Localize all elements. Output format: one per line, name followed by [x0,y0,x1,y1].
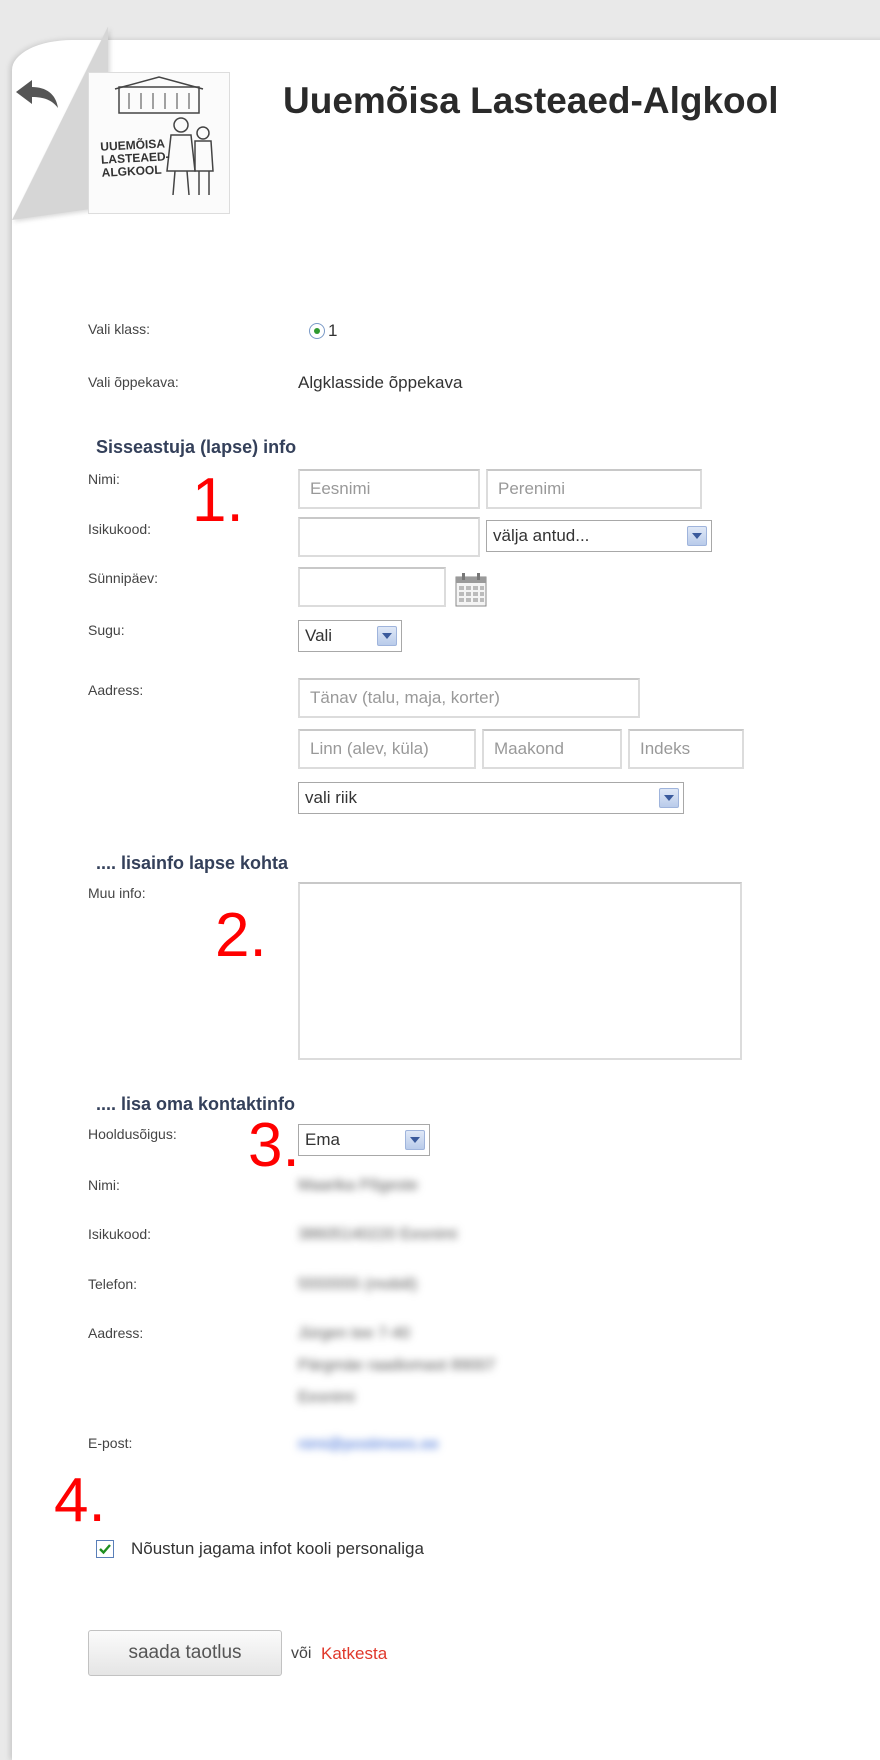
contact-id-value: 38605140220 Eesnimi [298,1226,458,1243]
gender-select[interactable]: Vali [298,620,402,652]
contact-name-label: Nimi: [88,1177,120,1193]
chevron-down-icon [659,788,679,808]
cancel-link[interactable]: Katkesta [321,1644,387,1664]
contact-address-label: Aadress: [88,1325,144,1341]
class-option: 1 [328,321,338,340]
school-logo: UUEMÕISA LASTEAED- ALGKOOL [88,72,230,214]
curriculum-label: Vali õppekava: [88,374,179,390]
checkmark-icon [99,1544,111,1555]
contact-address-line: Eesnimi [298,1389,355,1406]
calendar-icon[interactable] [455,573,487,607]
consent-checkbox[interactable] [96,1540,114,1558]
custody-value: Ema [305,1130,340,1149]
annotation-number: 3. [248,1111,300,1180]
school-title: Uuemõisa Lasteaed-Algkool [283,80,779,121]
gender-label: Sugu: [88,622,125,638]
last-name-input[interactable]: Perenimi [486,469,702,509]
contact-address-line: Pärgmäe raadiomast 89007 [298,1357,496,1374]
first-name-input[interactable]: Eesnimi [298,469,480,509]
class-label: Vali klass: [88,321,150,337]
country-value: vali riik [305,788,357,807]
chevron-down-icon [377,626,397,646]
custody-label: Hooldusõigus: [88,1126,177,1142]
back-arrow-icon[interactable] [14,78,60,114]
curriculum-value: Algklasside õppekava [298,373,463,392]
chevron-down-icon [405,1130,425,1150]
id-code-input[interactable] [298,517,480,557]
class-radio[interactable] [309,323,325,339]
annotation-number: 4. [54,1466,106,1535]
birthday-input[interactable] [298,567,446,607]
annotation-number: 1. [192,466,244,535]
street-input[interactable]: Tänav (talu, maja, korter) [298,678,640,718]
city-input[interactable]: Linn (alev, küla) [298,729,476,769]
extra-info-heading: .... lisainfo lapse kohta [96,853,289,873]
name-label: Nimi: [88,471,120,487]
issued-by-select[interactable]: välja antud... [486,520,712,552]
page-background [0,0,12,1729]
contact-phone-label: Telefon: [88,1276,138,1292]
contact-address-line: Jürgen tee 7-40 [298,1325,411,1342]
gender-value: Vali [305,626,333,645]
country-select[interactable]: vali riik [298,782,684,814]
contact-name-value: Maarika Põgeste [298,1177,419,1194]
submit-application-button[interactable]: saada taotlus [88,1630,282,1676]
logo-text: UUEMÕISA LASTEAED- ALGKOOL [100,136,171,179]
birthday-label: Sünnipäev: [88,570,159,586]
contact-phone-value: 5555555 (mobiil) [298,1276,418,1293]
or-text: või [291,1645,312,1662]
id-code-label: Isikukood: [88,521,152,537]
county-input[interactable]: Maakond [482,729,622,769]
consent-label: Nõustun jagama infot kooli personaliga [131,1539,424,1558]
annotation-number: 2. [215,901,267,970]
zip-input[interactable]: Indeks [628,729,744,769]
custody-select[interactable]: Ema [298,1124,430,1156]
contact-email-value[interactable]: nimi@postimees.ee [298,1436,439,1454]
contact-id-label: Isikukood: [88,1226,152,1242]
chevron-down-icon [687,526,707,546]
address-label: Aadress: [88,682,144,698]
issued-by-value: välja antud... [493,526,590,545]
applicant-heading: Sisseastuja (lapse) info [96,437,297,457]
other-info-label: Muu info: [88,885,146,901]
contact-email-label: E-post: [88,1435,133,1451]
other-info-textarea[interactable] [298,882,742,1060]
